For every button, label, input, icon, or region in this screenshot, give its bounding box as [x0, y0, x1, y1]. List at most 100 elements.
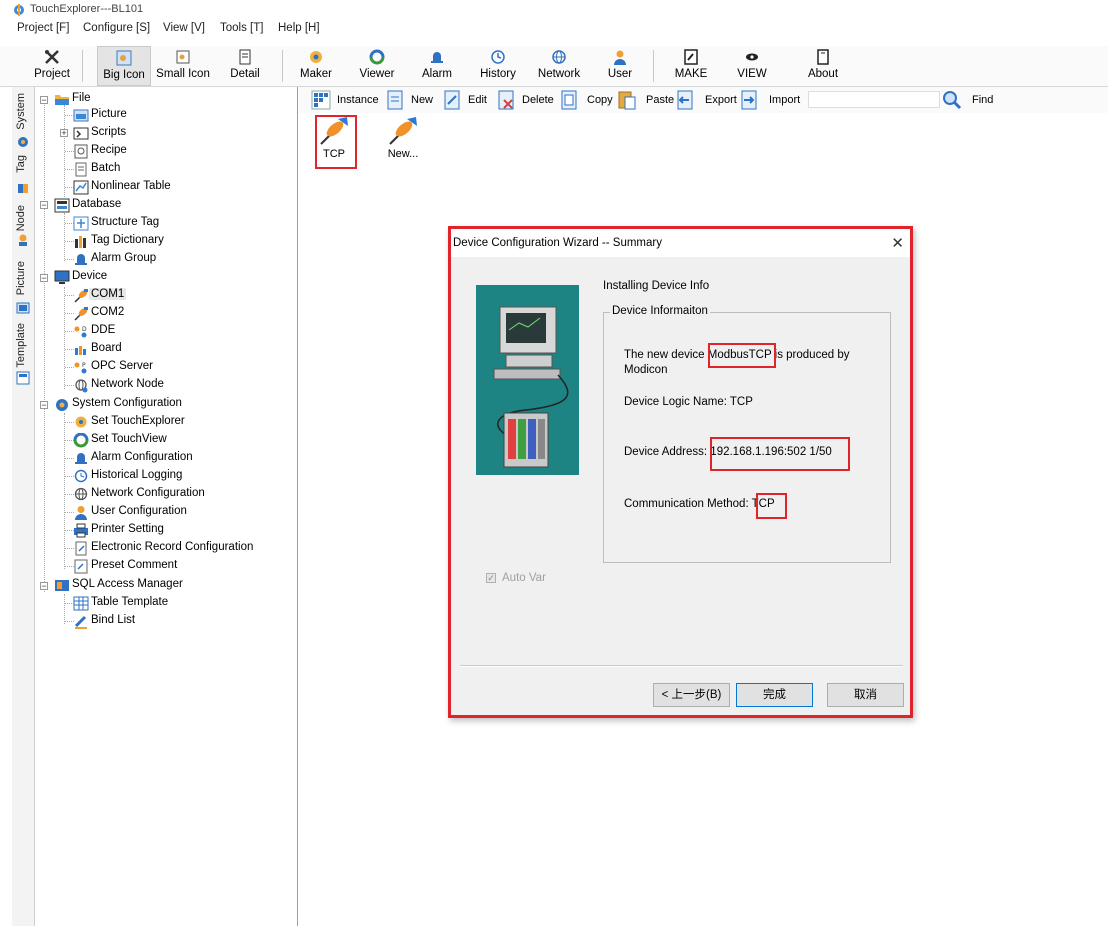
menu-project[interactable]: Project [F] [17, 22, 69, 34]
about-button[interactable]: About [800, 46, 846, 86]
history-clock-icon [74, 469, 88, 483]
expand-scripts-toggle[interactable]: + [60, 129, 68, 138]
copy-icon [561, 90, 577, 110]
menu-bar: Project [F] Configure [S] View [V] Tools… [0, 18, 1108, 40]
view-eye-icon [746, 53, 758, 61]
tab-node[interactable]: Node [12, 203, 34, 253]
title-bar: TouchExplorer---BL101 [0, 0, 1108, 18]
paste-button[interactable]: Paste [617, 90, 674, 110]
find-button[interactable]: Find [942, 90, 1002, 110]
history-clock-icon [491, 50, 505, 64]
back-button[interactable]: < 上一步(B) [653, 683, 730, 707]
svg-text:P: P [82, 362, 86, 369]
bind-pen-icon [74, 615, 87, 629]
import-icon [741, 90, 757, 110]
close-icon[interactable]: ✕ [891, 234, 904, 252]
chart-table-icon [73, 180, 89, 195]
cancel-button[interactable]: 取消 [827, 683, 904, 707]
menu-tools[interactable]: Tools [T] [220, 22, 263, 34]
user-button[interactable]: User [600, 46, 640, 86]
alarm-bell-icon [431, 52, 443, 63]
tree-connector [64, 413, 65, 569]
collapse-database-toggle[interactable]: − [40, 201, 48, 210]
copy-button[interactable]: Copy [559, 90, 613, 110]
app-gear-icon [14, 4, 24, 16]
collapse-file-toggle[interactable]: − [40, 96, 48, 105]
view-button[interactable]: VIEW [730, 46, 774, 86]
device-item-new[interactable]: New... [381, 114, 425, 166]
alarm-button[interactable]: Alarm [416, 46, 458, 86]
tree-connector [44, 100, 45, 592]
content-toolbar: Instance New Edit Delete Copy Paste Expo… [299, 87, 1108, 113]
small-icon-button[interactable]: Small Icon [153, 46, 213, 86]
printer-icon [74, 523, 88, 538]
import-button[interactable]: Import [739, 90, 803, 110]
tab-tag[interactable]: Tag [12, 153, 34, 193]
dialog-heading: Installing Device Info [603, 280, 710, 292]
search-input[interactable] [808, 91, 940, 108]
tab-template[interactable]: Template [12, 321, 34, 387]
instance-grid-icon [311, 90, 331, 110]
collapse-device-toggle[interactable]: − [40, 274, 48, 283]
detail-button[interactable]: Detail [223, 46, 267, 86]
tab-picture[interactable]: Picture [12, 259, 34, 319]
user-icon [75, 506, 87, 520]
opc-server-icon: P [74, 362, 87, 374]
menu-help[interactable]: Help [H] [278, 22, 320, 34]
detail-view-icon [239, 49, 251, 65]
viewer-button[interactable]: Viewer [354, 46, 400, 86]
collapse-system-configuration-toggle[interactable]: − [40, 401, 48, 410]
dialog-separator [460, 665, 903, 667]
highlight-communication-method [756, 493, 787, 519]
manufacturer-value: Modicon [624, 364, 668, 376]
network-button[interactable]: Network [533, 46, 585, 86]
menu-configure[interactable]: Configure [S] [83, 22, 150, 34]
export-button[interactable]: Export [675, 90, 737, 110]
svg-text:D: D [82, 326, 87, 333]
big-icon-button[interactable]: Big Icon [97, 46, 151, 86]
make-button[interactable]: MAKE [668, 46, 714, 86]
viewer-icon [369, 49, 385, 65]
device-wizard-dialog: Device Configuration Wizard -- Summary ✕… [448, 226, 913, 718]
edit-button[interactable]: Edit [442, 90, 490, 110]
highlight-tcp-item [315, 115, 357, 169]
tree-connector [64, 594, 65, 624]
instance-button[interactable]: Instance [311, 90, 381, 110]
network-node-icon [75, 379, 88, 393]
folder-icon [55, 95, 69, 105]
picture-icon [16, 302, 30, 314]
maker-button[interactable]: Maker [294, 46, 338, 86]
project-button[interactable]: Project [28, 46, 76, 86]
finish-button[interactable]: 完成 [736, 683, 813, 707]
touchview-icon [73, 433, 89, 448]
settings-gear-icon [75, 416, 87, 428]
alarm-bell-icon [75, 453, 87, 464]
edit-document-icon [444, 90, 460, 110]
small-icon-view-icon [176, 50, 190, 64]
electronic-record-icon [75, 541, 87, 556]
delete-document-icon [498, 90, 514, 110]
history-button[interactable]: History [474, 46, 522, 86]
device-monitor-icon [54, 270, 70, 284]
side-tab-bar: System Tag Node Picture Template [12, 87, 35, 926]
collapse-sql-access-manager-toggle[interactable]: − [40, 582, 48, 591]
wizard-illustration [476, 285, 579, 475]
tab-system[interactable]: System [12, 91, 34, 147]
menu-view[interactable]: View [V] [163, 22, 205, 34]
group-title: Device Informaiton [610, 305, 710, 317]
comment-icon [74, 559, 88, 574]
project-tree: − File Picture + Scripts Recipe Batch No… [36, 87, 298, 926]
app-title: TouchExplorer---BL101 [30, 3, 144, 15]
device-logic-name: Device Logic Name: TCP [624, 396, 753, 408]
table-grid-icon [73, 596, 89, 611]
template-icon [16, 371, 30, 385]
alarm-bell-icon [75, 254, 87, 265]
board-icon [75, 346, 86, 355]
new-button[interactable]: New [385, 90, 435, 110]
search-magnifier-icon [943, 91, 962, 110]
script-icon [73, 127, 89, 140]
delete-button[interactable]: Delete [496, 90, 556, 110]
dialog-title: Device Configuration Wizard -- Summary [453, 237, 662, 249]
dialog-title-bar: Device Configuration Wizard -- Summary ✕ [451, 229, 910, 257]
toolbar-separator [282, 50, 283, 82]
